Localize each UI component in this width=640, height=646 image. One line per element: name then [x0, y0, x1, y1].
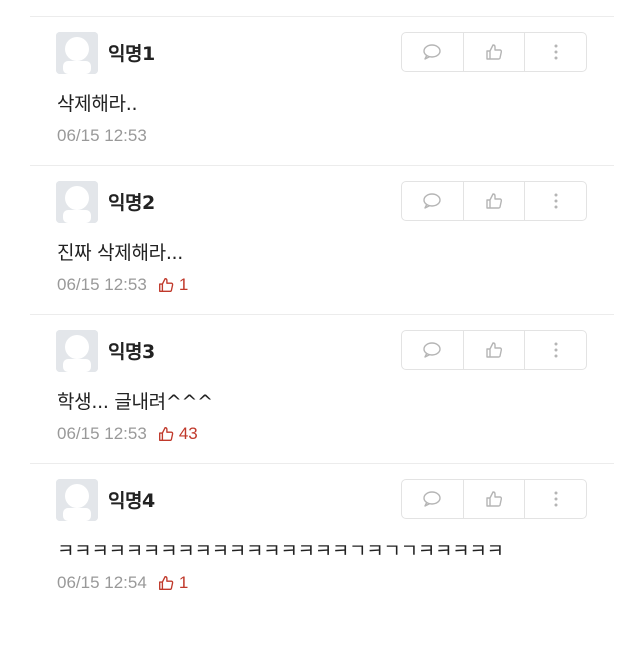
thumbs-up-icon [486, 342, 503, 358]
comment-author: 익명3 [108, 341, 155, 363]
comment-author: 익명1 [108, 43, 155, 65]
more-vertical-icon [554, 491, 558, 507]
comment-actions [401, 181, 587, 221]
comment-author: 익명2 [108, 192, 155, 214]
comment-list: 익명1 삭제해라.. 06/15 12:53 익명2 진짜 삭제해라... 06… [30, 16, 614, 613]
comment-actions [401, 330, 587, 370]
like-count: 43 [178, 424, 198, 443]
default-avatar-icon [56, 32, 98, 74]
thumbs-up-icon [486, 44, 503, 60]
comment-text: 학생... 글내려^^^ [57, 391, 213, 413]
avatar[interactable] [56, 330, 98, 372]
more-vertical-icon [554, 44, 558, 60]
comment-time: 06/15 12:53 [57, 126, 147, 145]
reply-button[interactable] [402, 480, 464, 518]
speech-bubble-icon [423, 342, 442, 358]
avatar[interactable] [56, 181, 98, 223]
like-button[interactable] [464, 331, 526, 369]
like-count: 1 [178, 573, 189, 592]
comment-meta: 06/15 12:53 43 [57, 424, 198, 444]
comment-item: 익명2 진짜 삭제해라... 06/15 12:53 1 [30, 166, 614, 315]
like-button[interactable] [464, 33, 526, 71]
avatar[interactable] [56, 479, 98, 521]
thumbs-up-icon [158, 427, 174, 441]
comment-text: ㅋㅋㅋㅋㅋㅋㅋㅋㅋㅋㅋㅋㅋㅋㅋㅋㅋㄱㅋㄱㄱㅋㅋㅋㅋㅋ [57, 540, 504, 562]
thumbs-up-icon [158, 576, 174, 590]
more-button[interactable] [525, 480, 586, 518]
thumbs-up-icon [158, 278, 174, 292]
comment-time: 06/15 12:54 [57, 573, 147, 592]
speech-bubble-icon [423, 44, 442, 60]
default-avatar-icon [56, 181, 98, 223]
comment-time: 06/15 12:53 [57, 424, 147, 443]
speech-bubble-icon [423, 491, 442, 507]
like-count-badge: 1 [157, 275, 188, 295]
more-button[interactable] [525, 182, 586, 220]
more-button[interactable] [525, 33, 586, 71]
comment-text: 진짜 삭제해라... [57, 242, 184, 264]
comment-actions [401, 479, 587, 519]
reply-button[interactable] [402, 182, 464, 220]
comment-text: 삭제해라.. [57, 93, 138, 115]
comment-meta: 06/15 12:53 [57, 126, 147, 146]
avatar[interactable] [56, 32, 98, 74]
default-avatar-icon [56, 330, 98, 372]
speech-bubble-icon [423, 193, 442, 209]
reply-button[interactable] [402, 331, 464, 369]
like-count: 1 [178, 275, 189, 294]
like-button[interactable] [464, 480, 526, 518]
thumbs-up-icon [486, 491, 503, 507]
comment-time: 06/15 12:53 [57, 275, 147, 294]
reply-button[interactable] [402, 33, 464, 71]
more-vertical-icon [554, 193, 558, 209]
comment-meta: 06/15 12:54 1 [57, 573, 188, 593]
thumbs-up-icon [486, 193, 503, 209]
comment-item: 익명4 ㅋㅋㅋㅋㅋㅋㅋㅋㅋㅋㅋㅋㅋㅋㅋㅋㅋㄱㅋㄱㄱㅋㅋㅋㅋㅋ 06/15 12:… [30, 464, 614, 613]
like-button[interactable] [464, 182, 526, 220]
like-count-badge: 43 [157, 424, 198, 444]
comment-item: 익명1 삭제해라.. 06/15 12:53 [30, 17, 614, 166]
more-button[interactable] [525, 331, 586, 369]
more-vertical-icon [554, 342, 558, 358]
default-avatar-icon [56, 479, 98, 521]
like-count-badge: 1 [157, 573, 188, 593]
comment-meta: 06/15 12:53 1 [57, 275, 188, 295]
comment-item: 익명3 학생... 글내려^^^ 06/15 12:53 43 [30, 315, 614, 464]
comment-actions [401, 32, 587, 72]
comment-author: 익명4 [108, 490, 155, 512]
